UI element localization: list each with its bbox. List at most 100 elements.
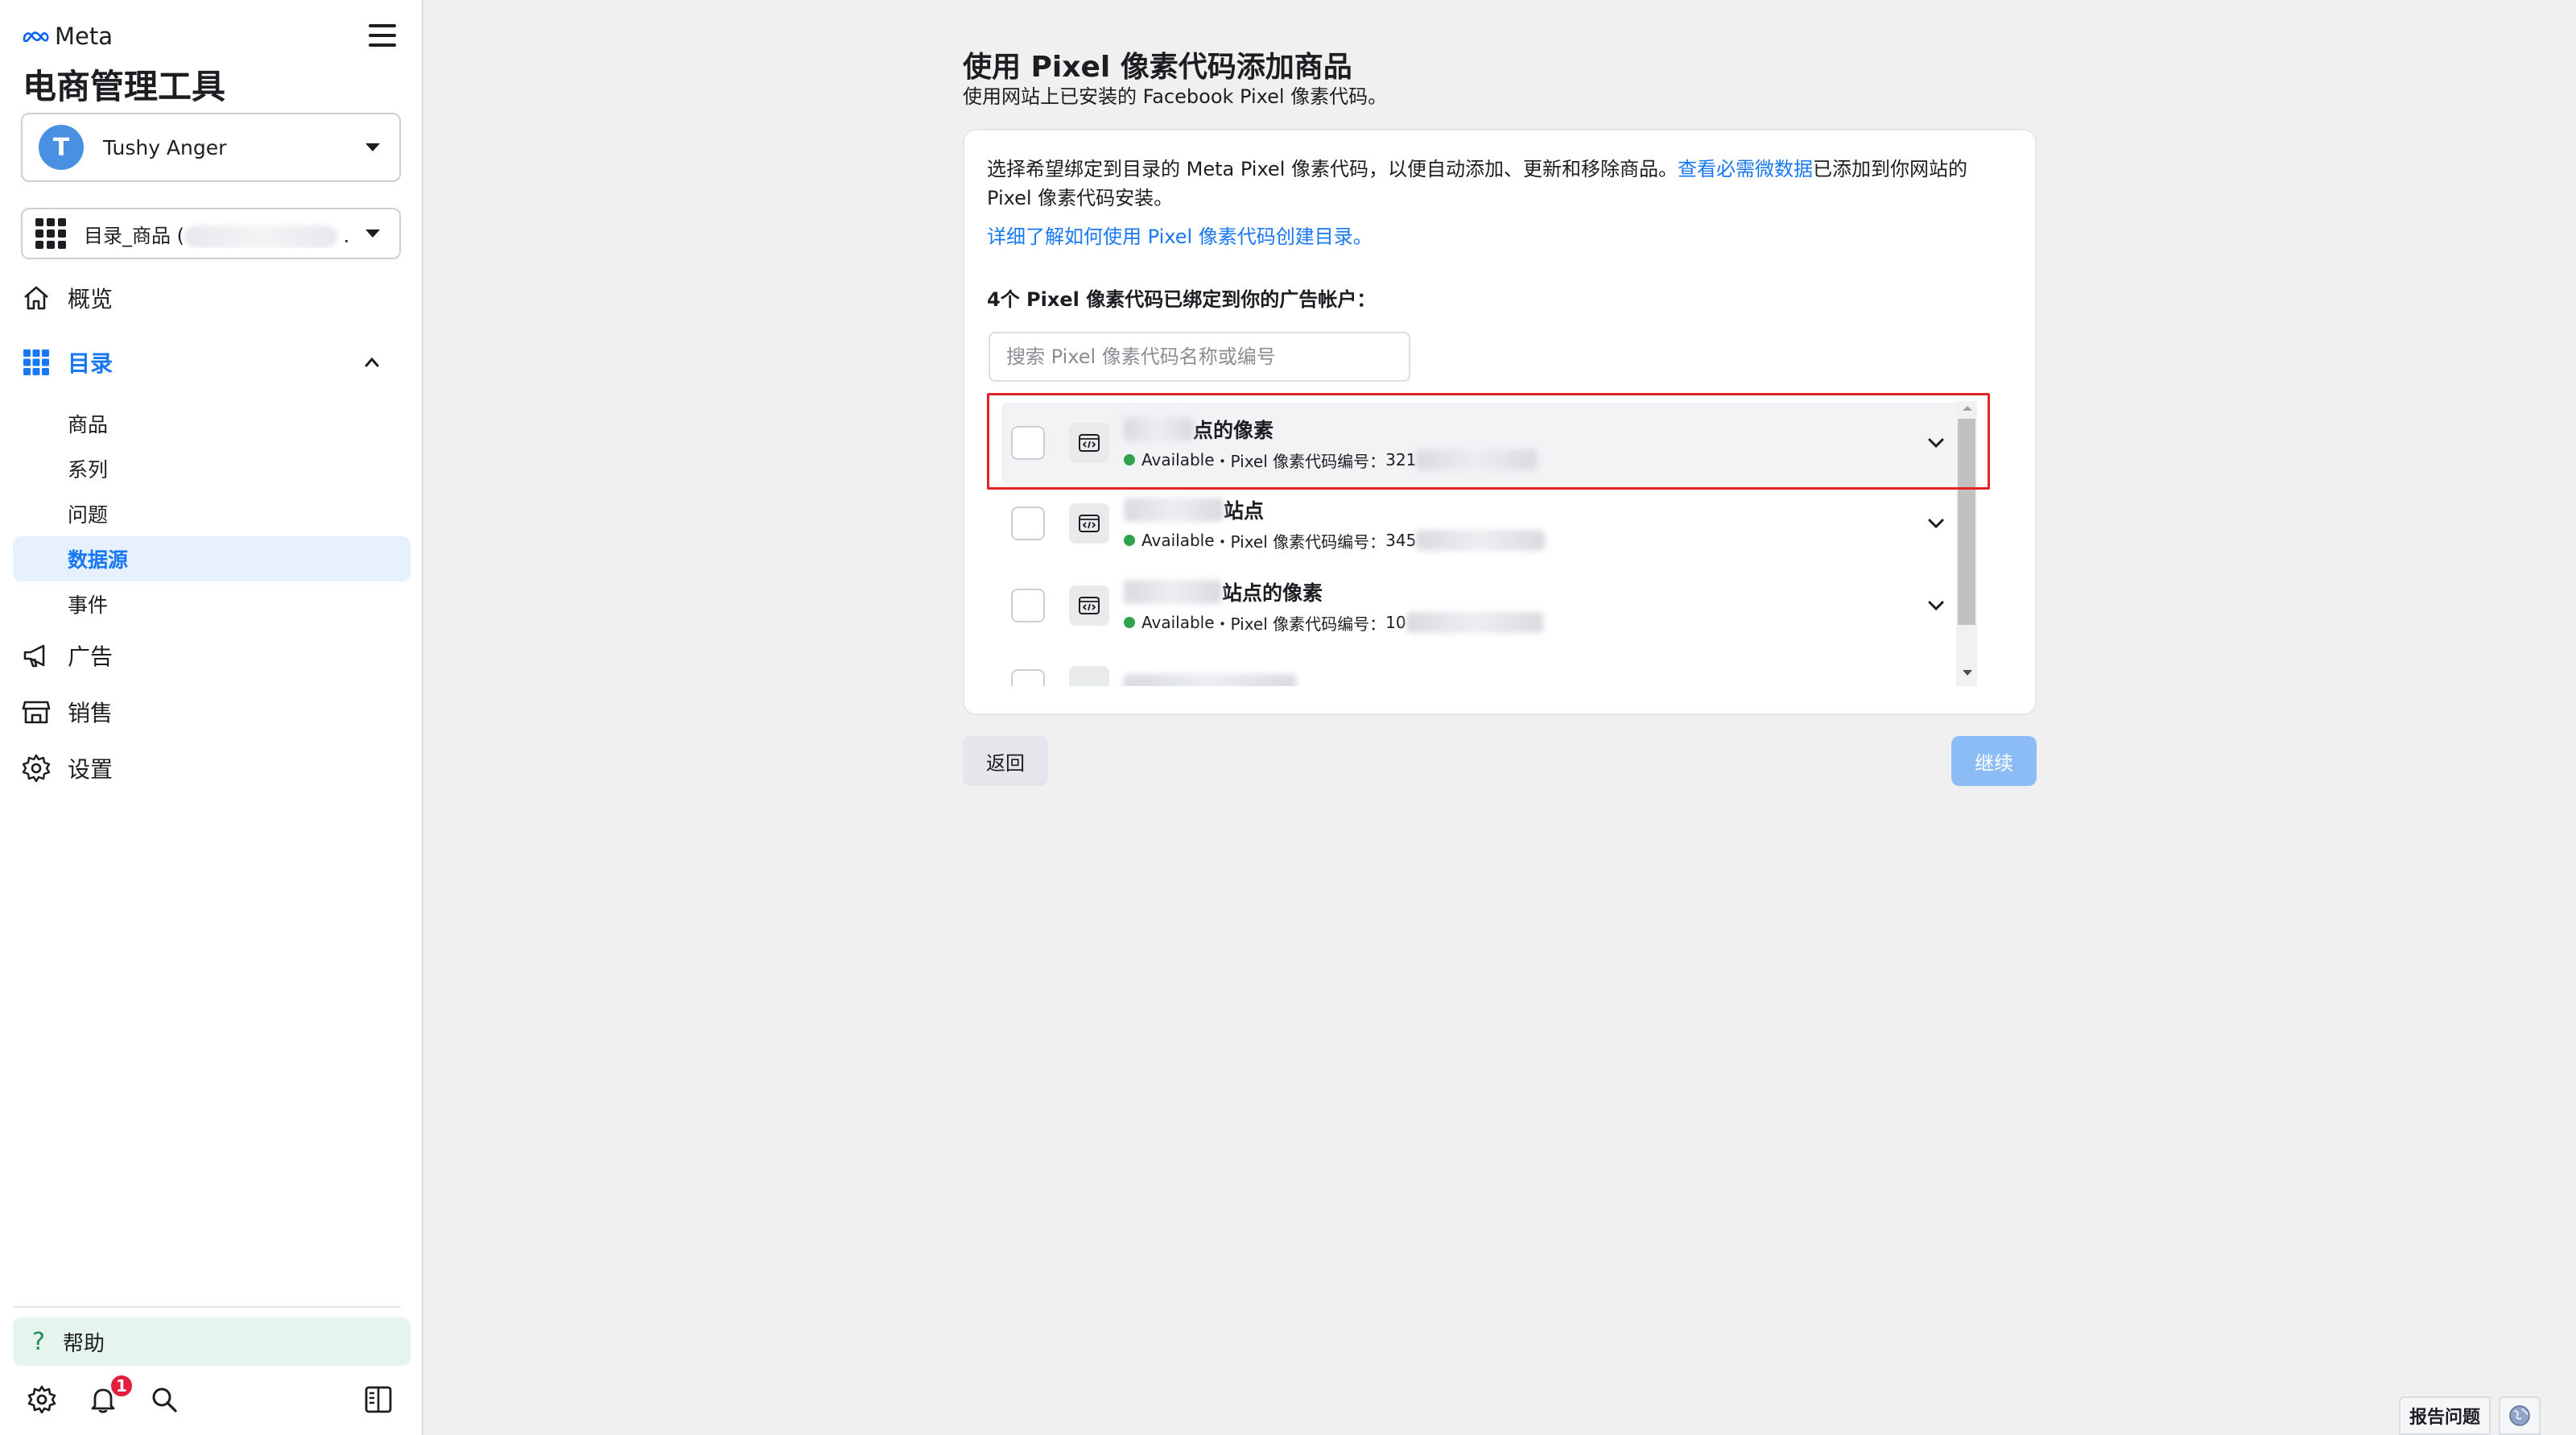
meta-logo[interactable]: Meta (21, 23, 113, 50)
status-dot (1124, 617, 1135, 628)
report-problem-button[interactable]: 报告问题 (2399, 1396, 2491, 1435)
pixel-id: 10 (1385, 613, 1406, 632)
redacted-text (1124, 497, 1224, 522)
scroll-up-icon[interactable] (1963, 406, 1972, 411)
account-name: Tushy Anger (103, 135, 227, 159)
menu-icon[interactable] (369, 24, 396, 48)
catalog-grid-icon (35, 218, 66, 249)
pixel-name-text: 站点 (1224, 498, 1265, 523)
pixel-name (1124, 674, 1961, 686)
gear-icon (22, 754, 51, 783)
learn-more-link[interactable]: 详细了解如何使用 Pixel 像素代码创建目录。 (987, 221, 1373, 249)
pixel-id-label: ・Pixel 像素代码编号： (1214, 451, 1386, 471)
meta-infinity-icon (23, 31, 49, 43)
pixel-list: 点的像素 Available ・Pixel 像素代码编号： 321 站点 Avail… (987, 396, 1974, 686)
redacted-text (1416, 449, 1538, 470)
redacted-text (1416, 530, 1546, 551)
nav-sales[interactable]: 销售 (21, 696, 113, 728)
page-subtitle: 使用网站上已安装的 Facebook Pixel 像素代码。 (963, 85, 1388, 108)
nav-overview[interactable]: 概览 (21, 282, 113, 314)
pixel-status: Available (1141, 531, 1215, 550)
account-selector[interactable]: T Tushy Anger (21, 113, 401, 182)
help-button[interactable]: ? 帮助 (13, 1317, 411, 1366)
sub-nav-events[interactable]: 事件 (68, 589, 108, 618)
pixel-info (1124, 674, 1961, 686)
sub-nav-issues[interactable]: 问题 (68, 499, 108, 528)
nav-catalog[interactable]: 目录 (21, 346, 113, 378)
code-browser-icon (1069, 503, 1109, 544)
code-browser-icon (1069, 585, 1109, 626)
nav-settings-label: 设置 (68, 756, 114, 783)
pixel-info: 站点的像素 Available ・Pixel 像素代码编号： 10 (1124, 577, 1927, 635)
redacted-text (1124, 674, 1296, 686)
pixel-name: 点的像素 (1124, 415, 1927, 444)
app-title: 电商管理工具 (23, 67, 226, 106)
home-icon (24, 286, 48, 310)
chevron-up-icon[interactable] (364, 354, 380, 370)
continue-button[interactable]: 继续 (1951, 736, 2037, 786)
pixel-search-input[interactable] (989, 332, 1410, 382)
status-dot (1124, 454, 1135, 465)
bottom-toolbar (0, 1379, 423, 1421)
catalog-label: 目录_商品 ( (84, 224, 184, 247)
pixel-id: 345 (1385, 531, 1417, 550)
gear-icon[interactable] (26, 1383, 58, 1416)
pixel-row[interactable] (1001, 646, 1961, 686)
catalog-selector[interactable]: 目录_商品 ( . (21, 208, 401, 259)
sub-nav-sets[interactable]: 系列 (68, 454, 108, 483)
pixel-checkbox[interactable] (1011, 589, 1045, 622)
pixel-meta: Available ・Pixel 像素代码编号： 321 (1124, 449, 1927, 472)
pixel-info: 站点 Available ・Pixel 像素代码编号： 345 (1124, 495, 1927, 552)
pixel-checkbox[interactable] (1011, 426, 1045, 460)
pixel-checkbox[interactable] (1011, 507, 1045, 540)
view-required-microdata-link[interactable]: 查看必需微数据 (1678, 158, 1813, 180)
pixel-checkbox[interactable] (1011, 669, 1045, 686)
brand-name: Meta (55, 23, 114, 50)
pixel-name: 站点的像素 (1124, 577, 1927, 606)
pixel-row[interactable]: 点的像素 Available ・Pixel 像素代码编号： 321 (1001, 403, 1961, 483)
pixel-row[interactable]: 站点 Available ・Pixel 像素代码编号： 345 (1001, 483, 1961, 564)
catalog-name: 目录_商品 ( . (84, 220, 365, 248)
pixel-name: 站点 (1124, 495, 1927, 524)
catalog-grid-icon (23, 349, 49, 375)
pixel-status: Available (1141, 613, 1215, 632)
redacted-text (184, 225, 337, 248)
pixel-meta: Available ・Pixel 像素代码编号： 345 (1124, 529, 1927, 552)
nav-catalog-label: 目录 (68, 350, 114, 377)
help-label: 帮助 (62, 1331, 105, 1356)
question-icon: ? (32, 1327, 45, 1356)
redacted-text (1124, 579, 1222, 604)
scroll-down-icon[interactable] (1963, 670, 1972, 676)
code-browser-icon (1069, 423, 1109, 463)
pixel-status: Available (1141, 450, 1215, 469)
pixel-id-label: ・Pixel 像素代码编号： (1214, 531, 1386, 552)
panel-toggle-icon[interactable] (362, 1383, 394, 1416)
pixel-info: 点的像素 Available ・Pixel 像素代码编号： 321 (1124, 415, 1927, 472)
pixel-row[interactable]: 站点的像素 Available ・Pixel 像素代码编号： 10 (1001, 565, 1961, 646)
pixel-id: 321 (1385, 450, 1417, 469)
sub-nav-data-sources[interactable]: 数据源 (68, 544, 128, 573)
sub-nav-products[interactable]: 商品 (68, 409, 108, 438)
description-text: 选择希望绑定到目录的 Meta Pixel 像素代码，以便自动添加、更新和移除商… (987, 158, 1678, 180)
nav-ads[interactable]: 广告 (21, 639, 113, 672)
pixel-count-label: 4个 Pixel 像素代码已绑定到你的广告帐户： (987, 288, 1377, 311)
description: 选择希望绑定到目录的 Meta Pixel 像素代码，以便自动添加、更新和移除商… (987, 155, 1993, 213)
pixel-name-text: 点的像素 (1193, 418, 1274, 442)
pixel-meta: Available ・Pixel 像素代码编号： 10 (1124, 611, 1927, 635)
back-button[interactable]: 返回 (963, 736, 1048, 786)
nav-ads-label: 广告 (68, 643, 114, 670)
list-scrollbar[interactable] (1956, 401, 1977, 686)
chevron-down-icon[interactable] (1927, 518, 1945, 529)
sidebar: Meta 电商管理工具 T Tushy Anger 目录_商品 ( . 概览 目… (0, 0, 423, 1435)
redacted-text (1406, 612, 1543, 633)
nav-overview-label: 概览 (68, 286, 114, 312)
pixel-selection-card: 选择希望绑定到目录的 Meta Pixel 像素代码，以便自动添加、更新和移除商… (963, 129, 2037, 715)
globe-icon[interactable] (2499, 1396, 2541, 1435)
search-icon[interactable] (148, 1383, 180, 1416)
scroll-thumb[interactable] (1958, 419, 1975, 625)
divider (13, 1306, 401, 1308)
nav-settings[interactable]: 设置 (21, 752, 113, 784)
chevron-down-icon[interactable] (1927, 600, 1945, 611)
code-browser-icon (1069, 666, 1109, 686)
chevron-down-icon[interactable] (1927, 437, 1945, 449)
